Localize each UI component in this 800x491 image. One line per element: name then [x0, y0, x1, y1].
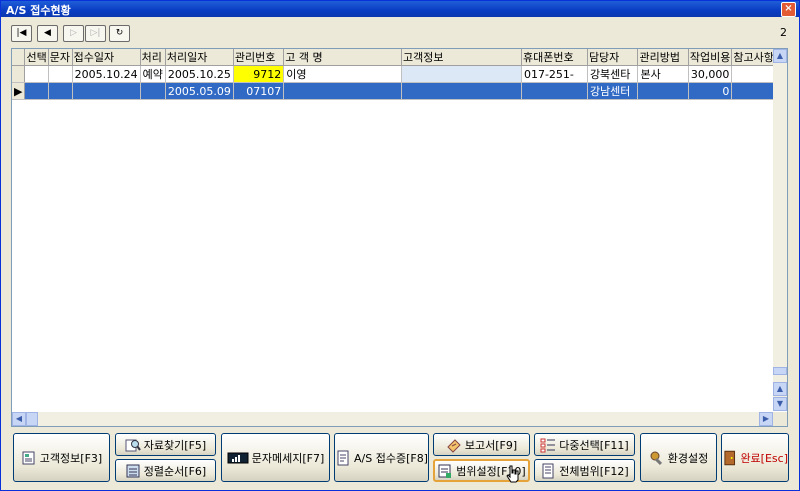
as-receipt-label: A/S 접수증[F8] — [354, 451, 428, 465]
cell-staff[interactable]: 강남센터 — [587, 82, 639, 100]
grid-header-row: 선택 문자 접수일자 처리 처리일자 관리번호 고 객 명 고객정보 휴대폰번호… — [12, 49, 787, 66]
done-label: 완료[Esc] — [740, 451, 788, 465]
cell-select[interactable] — [24, 82, 49, 100]
all-range-button[interactable]: 전체범위[F12] — [534, 459, 635, 482]
col-header-staff[interactable]: 담당자 — [587, 49, 639, 66]
vertical-scrollbar[interactable]: ▲ ▲ ▼ — [773, 49, 787, 411]
cell-manage-no[interactable]: 9712 — [233, 65, 285, 83]
data-grid[interactable]: 선택 문자 접수일자 처리 처리일자 관리번호 고 객 명 고객정보 휴대폰번호… — [11, 48, 788, 427]
cell-select[interactable] — [24, 65, 49, 83]
record-count: 2 — [780, 26, 787, 39]
row-indicator[interactable]: ▶ — [12, 82, 26, 100]
col-header-customer-name[interactable]: 고 객 명 — [283, 49, 403, 66]
window-title: A/S 접수현황 — [6, 4, 71, 17]
settings-button[interactable]: 환경설정 — [640, 433, 717, 482]
scroll-left-icon[interactable]: ◀ — [12, 412, 26, 426]
scroll-corner — [773, 412, 787, 426]
scroll-up-icon[interactable]: ▲ — [773, 49, 787, 63]
checklist-icon — [540, 438, 556, 452]
col-header-cost[interactable]: 작업비용 — [688, 49, 733, 66]
cell-process-date[interactable]: 2005.10.25 — [165, 65, 234, 83]
col-header-select[interactable]: 선택 — [24, 49, 49, 66]
first-record-button[interactable]: |◀ — [11, 25, 32, 42]
last-record-button[interactable]: ▷| — [85, 25, 106, 42]
search-icon — [125, 439, 141, 451]
window: A/S 접수현황 × |◀ ◀ ▷ ▷| ↻ 2 선택 문자 접수일자 처리 처… — [0, 0, 800, 491]
cell-customer-name[interactable] — [283, 82, 403, 100]
horizontal-scrollbar[interactable]: ◀ ▶ — [12, 412, 773, 426]
close-button[interactable]: × — [781, 2, 796, 17]
cell-staff[interactable]: 강북센타 — [587, 65, 639, 83]
cell-receipt-date[interactable]: 2005.10.24 — [72, 65, 141, 83]
refresh-button[interactable]: ↻ — [109, 25, 130, 42]
cell-customer-name[interactable]: 이영 — [283, 65, 403, 83]
cell-cost[interactable]: 0 — [688, 82, 733, 100]
cell-process[interactable] — [140, 82, 166, 100]
cell-customer-info[interactable] — [401, 82, 522, 100]
cell-cost[interactable]: 30,000 — [688, 65, 733, 83]
sort-label: 정렬순서[F6] — [143, 464, 207, 478]
row-indicator-header — [12, 49, 26, 66]
col-header-receipt-date[interactable]: 접수일자 — [72, 49, 141, 66]
table-row[interactable]: 2005.10.24 예약 2005.10.25 9712 이영 017-251… — [12, 65, 787, 83]
prev-record-button[interactable]: ◀ — [37, 25, 58, 42]
exit-door-icon — [724, 450, 736, 465]
hand-cursor-icon — [506, 465, 519, 483]
scroll-thumb[interactable] — [773, 367, 787, 375]
customer-card-icon — [22, 451, 35, 464]
cell-manage-no[interactable]: 07107 — [233, 82, 285, 100]
scroll-up-small-icon[interactable]: ▲ — [773, 382, 787, 396]
title-bar: A/S 접수현황 × — [1, 1, 799, 17]
hscroll-thumb[interactable] — [26, 412, 38, 426]
col-header-sms[interactable]: 문자 — [48, 49, 73, 66]
customer-info-label: 고객정보[F3] — [39, 451, 103, 465]
done-button[interactable]: 완료[Esc] — [721, 433, 789, 482]
report-button[interactable]: 보고서[F9] — [433, 433, 530, 456]
cell-mobile[interactable]: 017-251- — [521, 65, 588, 83]
cell-sms[interactable] — [48, 82, 73, 100]
cell-process[interactable]: 예약 — [140, 65, 166, 83]
sort-icon — [126, 464, 140, 477]
all-range-label: 전체범위[F12] — [559, 464, 629, 478]
col-header-mobile[interactable]: 휴대폰번호 — [521, 49, 588, 66]
sms-label: 문자메세지[F7] — [251, 451, 325, 465]
sort-button[interactable]: 정렬순서[F6] — [115, 459, 216, 482]
next-record-button[interactable]: ▷ — [63, 25, 84, 42]
scroll-right-icon[interactable]: ▶ — [759, 412, 773, 426]
cell-manage-method[interactable] — [637, 82, 689, 100]
search-label: 자료찾기[F5] — [143, 438, 207, 452]
table-row[interactable]: ▶ 2005.05.09 07107 강남센터 0 — [12, 82, 787, 100]
cell-sms[interactable] — [48, 65, 73, 83]
cell-manage-method[interactable]: 본사 — [637, 65, 689, 83]
scroll-down-icon[interactable]: ▼ — [773, 397, 787, 411]
col-header-process[interactable]: 처리 — [140, 49, 166, 66]
cell-receipt-date[interactable] — [72, 82, 141, 100]
multi-select-button[interactable]: 다중선택[F11] — [534, 433, 635, 456]
multi-select-label: 다중선택[F11] — [559, 438, 629, 452]
col-header-manage-no[interactable]: 관리번호 — [233, 49, 285, 66]
report-label: 보고서[F9] — [464, 438, 518, 452]
cell-customer-info[interactable] — [401, 65, 522, 83]
customer-info-button[interactable]: 고객정보[F3] — [13, 433, 110, 482]
mobile-signal-icon — [227, 452, 249, 463]
search-button[interactable]: 자료찾기[F5] — [115, 433, 216, 456]
receipt-icon — [337, 450, 349, 465]
report-icon — [447, 438, 461, 453]
as-receipt-button[interactable]: A/S 접수증[F8] — [334, 433, 429, 482]
cell-mobile[interactable] — [521, 82, 588, 100]
row-indicator[interactable] — [12, 65, 26, 83]
cell-process-date[interactable]: 2005.05.09 — [165, 82, 234, 100]
col-header-process-date[interactable]: 처리일자 — [165, 49, 234, 66]
document-icon — [542, 463, 554, 478]
grid-table: 선택 문자 접수일자 처리 처리일자 관리번호 고 객 명 고객정보 휴대폰번호… — [12, 49, 787, 100]
sms-button[interactable]: 문자메세지[F7] — [221, 433, 330, 482]
range-icon — [438, 464, 452, 478]
tools-icon — [650, 451, 662, 465]
col-header-customer-info[interactable]: 고객정보 — [401, 49, 522, 66]
settings-label: 환경설정 — [667, 451, 709, 465]
col-header-manage-method[interactable]: 관리방법 — [637, 49, 689, 66]
